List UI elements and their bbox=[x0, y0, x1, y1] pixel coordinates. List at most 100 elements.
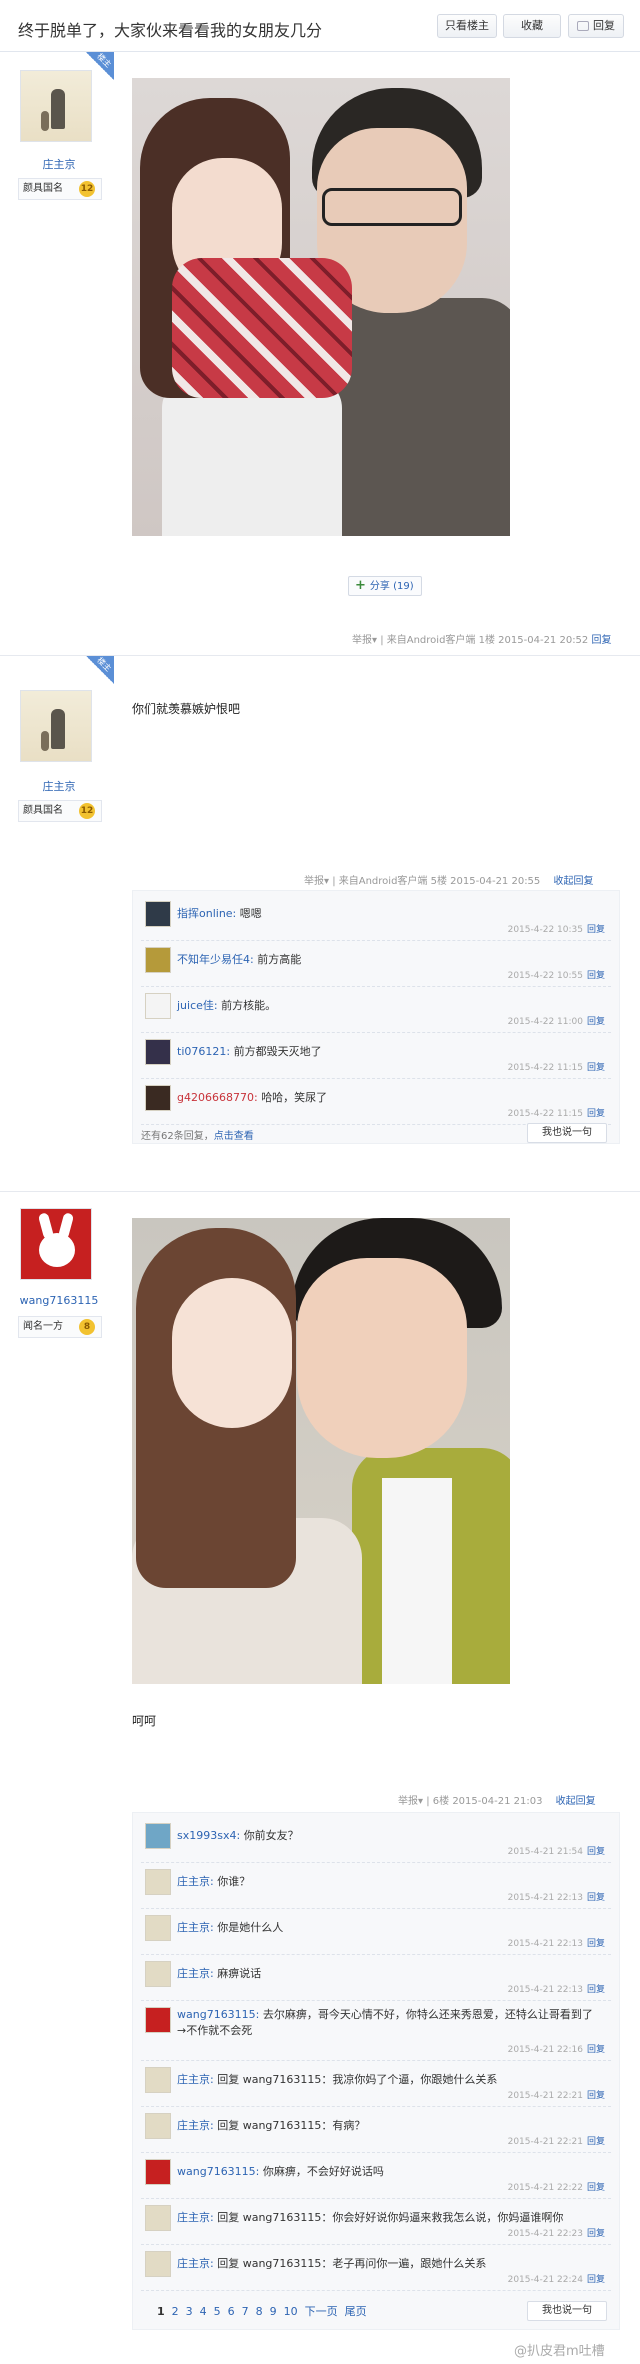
avatar[interactable] bbox=[145, 1823, 171, 1849]
post-time: 2015-04-21 21:03 bbox=[452, 1796, 543, 1807]
post-meta: 举报▾ | 来自Android客户端 1楼 2015-04-21 20:52 回… bbox=[352, 635, 612, 646]
page-5[interactable]: 5 bbox=[214, 2305, 221, 2318]
watermark: @扒皮君m吐槽 bbox=[514, 2344, 605, 2359]
avatar[interactable] bbox=[145, 993, 171, 1019]
thread-header: 终于脱单了，大家伙来看看我的女朋友几分 只看楼主 收藏 回复 bbox=[0, 0, 640, 52]
author-name[interactable]: wang7163115 bbox=[0, 1294, 118, 1307]
avatar[interactable] bbox=[145, 2159, 171, 2185]
list-item: 庄主京: 回复 wang7163115：老子再问你一遍，跟她什么关系 2015-… bbox=[141, 2245, 611, 2291]
page-6[interactable]: 6 bbox=[228, 2305, 235, 2318]
level-badge[interactable]: 闻名一方 8 bbox=[18, 1316, 102, 1338]
avatar[interactable] bbox=[145, 2067, 171, 2093]
post-time: 2015-04-21 20:55 bbox=[450, 876, 541, 887]
author-sidebar: wang7163115 闻名一方 8 bbox=[0, 1192, 118, 2364]
author-name[interactable]: 庄主京 bbox=[0, 156, 118, 172]
avatar[interactable] bbox=[145, 1915, 171, 1941]
page-2[interactable]: 2 bbox=[172, 2305, 179, 2318]
badge-title: 颜具国名 bbox=[23, 805, 63, 816]
avatar[interactable] bbox=[145, 2251, 171, 2277]
list-item: juice佳: 前方核能。 2015-4-22 11:00 回复 bbox=[141, 987, 611, 1033]
pagination: 1 2 3 4 5 6 7 8 9 10 下一页 尾页 bbox=[157, 2303, 367, 2319]
level-badge[interactable]: 颜具国名 12 bbox=[18, 178, 102, 200]
author-sidebar: 楼主 庄主京 颜具国名 12 bbox=[0, 656, 118, 1191]
post-meta: 举报▾ | 来自Android客户端 5楼 2015-04-21 20:55 收… bbox=[304, 876, 594, 887]
client-label: 来自Android客户端 bbox=[386, 635, 476, 646]
list-item: sx1993sx4: 你前女友？ 2015-4-21 21:54 回复 bbox=[141, 1817, 611, 1863]
more-replies: 还有62条回复，点击查看 bbox=[141, 1131, 254, 1142]
list-item: wang7163115: 你麻痹，不会好好说话吗 2015-4-21 22:22… bbox=[141, 2153, 611, 2199]
avatar[interactable] bbox=[145, 947, 171, 973]
comment-button[interactable]: 我也说一句 bbox=[527, 2301, 607, 2321]
comment-icon bbox=[577, 21, 589, 31]
list-item: 不知年少易任4: 前方高能 2015-4-22 10:55 回复 bbox=[141, 941, 611, 987]
reply-list: sx1993sx4: 你前女友？ 2015-4-21 21:54 回复 庄主京: … bbox=[132, 1812, 620, 2330]
list-item: 庄主京: 回复 wang7163115：有病？ 2015-4-21 22:21 回… bbox=[141, 2107, 611, 2153]
page-8[interactable]: 8 bbox=[256, 2305, 263, 2318]
author-name[interactable]: 庄主京 bbox=[0, 778, 118, 794]
badge-title: 闻名一方 bbox=[23, 1321, 63, 1332]
op-corner-tag: 楼主 bbox=[86, 656, 114, 684]
list-item: 庄主京: 回复 wang7163115：你会好好说你妈逼来救我怎么说，你妈逼谁啊… bbox=[141, 2199, 611, 2245]
report-link[interactable]: 举报 bbox=[398, 1796, 418, 1807]
post-content: 你们就羡慕嫉妒恨吧 bbox=[132, 702, 241, 716]
report-link[interactable]: 举报 bbox=[304, 876, 324, 887]
favorite-button[interactable]: 收藏 bbox=[503, 14, 561, 38]
collapse-replies-link[interactable]: 收起回复 bbox=[556, 1796, 596, 1807]
plus-icon: + bbox=[355, 578, 366, 593]
list-item: 庄主京: 回复 wang7163115：我凉你妈了个逼，你跟她什么关系 2015… bbox=[141, 2061, 611, 2107]
level-icon: 12 bbox=[79, 803, 95, 819]
post-meta: 举报▾ | 6楼 2015-04-21 21:03 收起回复 bbox=[398, 1796, 596, 1807]
only-op-button[interactable]: 只看楼主 bbox=[437, 14, 497, 38]
report-link[interactable]: 举报 bbox=[352, 635, 372, 646]
list-item: 指挥online: 嗯嗯 2015-4-22 10:35 回复 bbox=[141, 895, 611, 941]
page-7[interactable]: 7 bbox=[242, 2305, 249, 2318]
post-reply-link[interactable]: 回复 bbox=[591, 635, 611, 646]
comment-button[interactable]: 我也说一句 bbox=[527, 1123, 607, 1143]
avatar[interactable] bbox=[145, 1085, 171, 1111]
post-floor-1: 楼主 庄主京 颜具国名 12 + 分享 (19) 举报▾ | 来自Android客户… bbox=[0, 52, 640, 656]
post-image[interactable] bbox=[132, 1218, 510, 1684]
avatar[interactable] bbox=[145, 2007, 171, 2033]
avatar[interactable] bbox=[145, 2113, 171, 2139]
page-1[interactable]: 1 bbox=[157, 2305, 165, 2318]
avatar[interactable] bbox=[20, 1208, 92, 1280]
avatar[interactable] bbox=[145, 901, 171, 927]
post-content: 呵呵 bbox=[132, 1714, 157, 1728]
page-3[interactable]: 3 bbox=[186, 2305, 193, 2318]
avatar[interactable] bbox=[145, 2205, 171, 2231]
client-label: 来自Android客户端 bbox=[338, 876, 428, 887]
collapse-replies-link[interactable]: 收起回复 bbox=[553, 876, 593, 887]
thread-title: 终于脱单了，大家伙来看看我的女朋友几分 bbox=[18, 21, 323, 40]
level-badge[interactable]: 颜具国名 12 bbox=[18, 800, 102, 822]
page-10[interactable]: 10 bbox=[284, 2305, 298, 2318]
page-4[interactable]: 4 bbox=[200, 2305, 207, 2318]
list-item: 庄主京: 麻痹说话 2015-4-21 22:13 回复 bbox=[141, 1955, 611, 2001]
share-button[interactable]: + 分享 (19) bbox=[348, 576, 422, 596]
floor-number: 6楼 bbox=[432, 1796, 450, 1807]
avatar[interactable] bbox=[145, 1039, 171, 1065]
list-item: g4206668770: 哈哈，笑尿了 2015-4-22 11:15 回复 bbox=[141, 1079, 611, 1125]
view-more-link[interactable]: 点击查看 bbox=[214, 1131, 254, 1142]
post-floor-6: wang7163115 闻名一方 8 呵呵 举报▾ | 6楼 2015-04-21… bbox=[0, 1192, 640, 2364]
post-time: 2015-04-21 20:52 bbox=[498, 635, 589, 646]
floor-number: 5楼 bbox=[430, 876, 447, 887]
list-item: 庄主京: 你是她什么人 2015-4-21 22:13 回复 bbox=[141, 1909, 611, 1955]
list-item: ti076121: 前方都毁天灭地了 2015-4-22 11:15 回复 bbox=[141, 1033, 611, 1079]
author-sidebar: 楼主 庄主京 颜具国名 12 bbox=[0, 52, 118, 655]
list-item: 庄主京: 你谁？ 2015-4-21 22:13 回复 bbox=[141, 1863, 611, 1909]
level-icon: 12 bbox=[79, 181, 95, 197]
post-floor-5: 楼主 庄主京 颜具国名 12 你们就羡慕嫉妒恨吧 举报▾ | 来自Android客… bbox=[0, 656, 640, 1192]
reply-button-label: 回复 bbox=[593, 19, 615, 32]
avatar[interactable] bbox=[145, 1961, 171, 1987]
reply-button[interactable]: 回复 bbox=[568, 14, 624, 38]
level-icon: 8 bbox=[79, 1319, 95, 1335]
post-image[interactable] bbox=[132, 78, 510, 536]
avatar[interactable] bbox=[20, 70, 92, 142]
avatar[interactable] bbox=[145, 1869, 171, 1895]
badge-title: 颜具国名 bbox=[23, 183, 63, 194]
avatar[interactable] bbox=[20, 690, 92, 762]
next-page-link[interactable]: 下一页 bbox=[305, 2305, 338, 2318]
last-page-link[interactable]: 尾页 bbox=[345, 2305, 367, 2318]
floor-number: 1楼 bbox=[478, 635, 495, 646]
page-9[interactable]: 9 bbox=[270, 2305, 277, 2318]
